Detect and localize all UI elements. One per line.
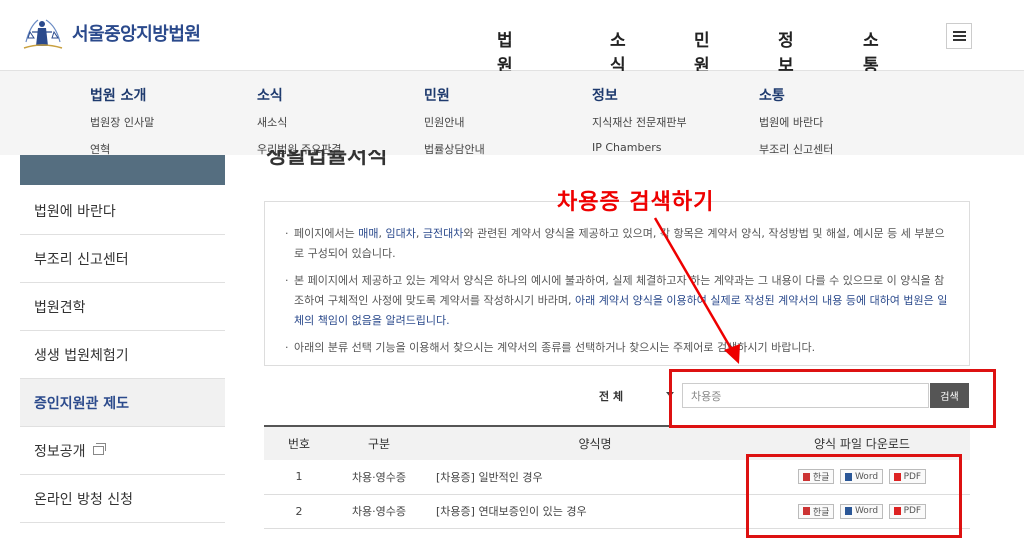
annotation-box-search <box>669 369 996 428</box>
annotation-box-downloads <box>746 454 962 538</box>
page-root: 서울중앙지방법원 법원소개 소식 민원 정보 소통 법원 소개 법원장 인사말 … <box>0 0 1024 556</box>
